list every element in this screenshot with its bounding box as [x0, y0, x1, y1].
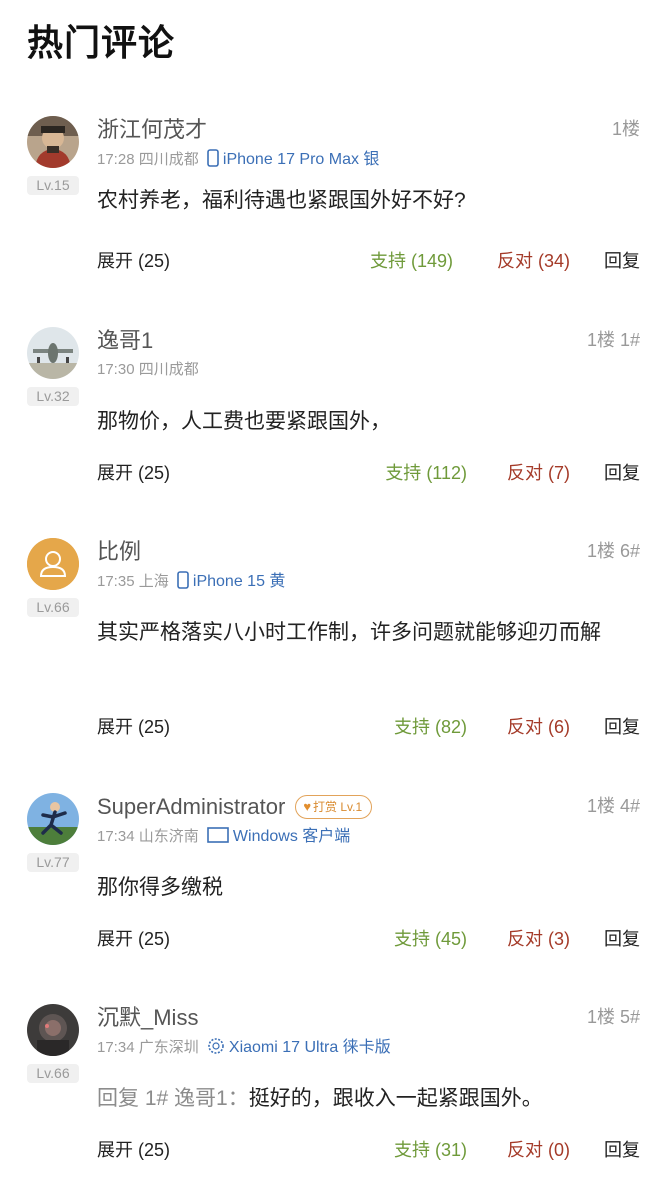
user-level-badge: Lv.32	[27, 387, 79, 406]
reply-button[interactable]: 回复	[604, 1137, 640, 1163]
comment-text-content: 农村养老，福利待遇也紧跟国外好不好?	[97, 189, 466, 212]
avatar[interactable]	[27, 1004, 79, 1056]
post-time: 17:34	[97, 828, 135, 845]
reply-button[interactable]: 回复	[604, 714, 640, 740]
phone-icon	[207, 149, 219, 173]
support-button[interactable]: 支持 (112)	[385, 460, 467, 486]
page-title: 热门评论	[27, 23, 176, 64]
comment-text: 其实严格落实八小时工作制，许多问题就能够迎刃而解	[97, 612, 647, 654]
tip-badge[interactable]: ♥ 打赏 Lv.1	[295, 795, 373, 819]
heart-icon: ♥	[303, 799, 312, 814]
post-time: 17:30	[97, 361, 135, 378]
post-location: 四川成都	[138, 151, 199, 168]
post-time: 17:28	[97, 151, 135, 168]
avatar[interactable]	[27, 793, 79, 845]
username[interactable]: 比例	[97, 538, 141, 566]
oppose-button[interactable]: 反对 (3)	[507, 926, 570, 952]
user-level-badge: Lv.66	[27, 1064, 79, 1083]
comment-actions: 展开 (25) 支持 (149) 反对 (34) 回复	[97, 248, 640, 274]
username[interactable]: 浙江何茂才	[97, 116, 207, 144]
expand-button[interactable]: 展开 (25)	[97, 714, 170, 740]
reply-prefix[interactable]: 回复 1# 逸哥1：	[97, 1087, 249, 1110]
reply-button[interactable]: 回复	[604, 460, 640, 486]
user-level-badge: Lv.77	[27, 853, 79, 872]
comment-actions: 展开 (25) 支持 (112) 反对 (7) 回复	[97, 460, 640, 486]
comment-text: 那你得多缴税	[97, 867, 647, 909]
username-text: SuperAdministrator	[97, 794, 286, 819]
comment-text-content: 那你得多缴税	[97, 876, 223, 899]
comment-text: 农村养老，福利待遇也紧跟国外好不好?	[97, 180, 647, 222]
support-button[interactable]: 支持 (149)	[370, 248, 453, 274]
post-location: 广东深圳	[138, 1039, 199, 1056]
username[interactable]: SuperAdministrator ♥ 打赏 Lv.1	[97, 793, 373, 821]
device-label: iPhone 15 黄	[192, 573, 286, 590]
comment-actions: 展开 (25) 支持 (31) 反对 (0) 回复	[97, 1137, 640, 1163]
expand-button[interactable]: 展开 (25)	[97, 460, 170, 486]
comment-meta: 17:34 山东济南 Windows 客户端	[97, 826, 350, 850]
avatar[interactable]	[27, 116, 79, 168]
comment-meta: 17:35 上海 iPhone 15 黄	[97, 571, 285, 595]
comment-text: 那物价，人工费也要紧跟国外，	[97, 401, 647, 443]
comment-meta: 17:30 四川成都	[97, 360, 199, 380]
floor-label: 1楼 1#	[586, 330, 640, 350]
post-location: 四川成都	[138, 361, 199, 378]
oppose-button[interactable]: 反对 (34)	[497, 248, 570, 274]
username[interactable]: 沉默_Miss	[97, 1004, 198, 1032]
expand-button[interactable]: 展开 (25)	[97, 248, 170, 274]
xiaomi-icon	[207, 1037, 225, 1061]
expand-button[interactable]: 展开 (25)	[97, 926, 170, 952]
user-level-badge: Lv.15	[27, 176, 79, 195]
phone-icon	[177, 571, 189, 595]
user-level-badge: Lv.66	[27, 598, 79, 617]
oppose-button[interactable]: 反对 (7)	[507, 460, 570, 486]
post-time: 17:35	[97, 573, 135, 590]
comment-text-content: 那物价，人工费也要紧跟国外，	[97, 410, 391, 433]
post-location: 山东济南	[138, 828, 199, 845]
comment-text: 回复 1# 逸哥1：挺好的，跟收入一起紧跟国外。	[97, 1078, 647, 1120]
oppose-button[interactable]: 反对 (0)	[507, 1137, 570, 1163]
comment-actions: 展开 (25) 支持 (82) 反对 (6) 回复	[97, 714, 640, 740]
comment-text-content: 其实严格落实八小时工作制，许多问题就能够迎刃而解	[97, 621, 601, 644]
oppose-button[interactable]: 反对 (6)	[507, 714, 570, 740]
comment-actions: 展开 (25) 支持 (45) 反对 (3) 回复	[97, 926, 640, 952]
support-button[interactable]: 支持 (82)	[394, 714, 467, 740]
comment-text-content: 挺好的，跟收入一起紧跟国外。	[248, 1087, 543, 1110]
reply-button[interactable]: 回复	[604, 926, 640, 952]
avatar[interactable]	[27, 327, 79, 379]
post-location: 上海	[138, 573, 169, 590]
device-label: Xiaomi 17 Ultra 徕卡版	[228, 1039, 391, 1056]
tip-badge-label: 打赏 Lv.1	[313, 800, 363, 814]
device-label: iPhone 17 Pro Max 银	[222, 151, 380, 168]
support-button[interactable]: 支持 (45)	[394, 926, 467, 952]
floor-label: 1楼	[611, 119, 640, 139]
avatar[interactable]	[27, 538, 79, 590]
floor-label: 1楼 5#	[586, 1007, 640, 1027]
floor-label: 1楼 4#	[586, 796, 640, 816]
support-button[interactable]: 支持 (31)	[394, 1137, 467, 1163]
device-label: Windows 客户端	[232, 828, 351, 845]
post-time: 17:34	[97, 1039, 135, 1056]
reply-button[interactable]: 回复	[604, 248, 640, 274]
expand-button[interactable]: 展开 (25)	[97, 1137, 170, 1163]
comment-meta: 17:28 四川成都 iPhone 17 Pro Max 银	[97, 149, 379, 173]
monitor-icon	[207, 826, 229, 850]
comment-meta: 17:34 广东深圳 Xiaomi 17 Ultra 徕卡版	[97, 1037, 391, 1061]
username[interactable]: 逸哥1	[97, 327, 153, 355]
floor-label: 1楼 6#	[586, 541, 640, 561]
